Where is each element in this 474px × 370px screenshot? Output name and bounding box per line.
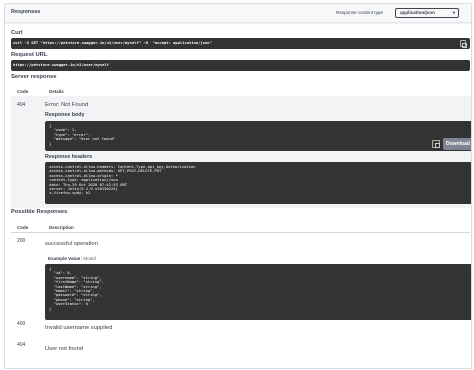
response-code: 400 <box>17 321 26 327</box>
description-column-header: Description <box>49 225 74 230</box>
request-url-label: Request URL <box>11 52 48 58</box>
chevron-down-icon: ▾ <box>452 10 455 15</box>
response-headers[interactable]: access-control-allow-headers: Content-Ty… <box>45 162 471 204</box>
request-url-value[interactable]: https://petstore.swagger.io/v2/user/myse… <box>11 60 470 71</box>
response-code: 404 <box>17 342 26 348</box>
content-type-value: application/json <box>400 10 435 15</box>
possible-responses-table-header: Code Description <box>11 222 470 233</box>
server-response-label: Server response <box>11 74 57 80</box>
curl-command[interactable]: curl -X GET "https://petstore.swagger.io… <box>11 38 470 49</box>
content-type-select[interactable]: application/json ▾ <box>395 8 459 18</box>
content-type-label: Response content type <box>336 10 383 15</box>
response-description: Invalid username supplied <box>45 325 113 331</box>
details-column-header: Details <box>49 89 64 94</box>
responses-header: Responses Response content type applicat… <box>5 4 471 23</box>
responses-panel: Responses Response content type applicat… <box>4 3 472 369</box>
example-value-code[interactable]: { "id": 0, "username": "string", "firstN… <box>45 264 471 320</box>
response-description: successful operation <box>45 241 98 247</box>
response-body-label: Response body <box>45 112 85 118</box>
code-column-header: Code <box>17 225 29 230</box>
response-code: 404 <box>17 102 26 108</box>
response-body[interactable]: { "code": 1, "type": "error", "message":… <box>45 121 471 151</box>
download-button[interactable]: Download <box>443 138 471 150</box>
response-description: User not found <box>45 346 84 352</box>
responses-title: Responses <box>11 9 41 15</box>
possible-responses-label: Possible Responses <box>11 209 68 215</box>
model-tab[interactable]: Model <box>83 256 96 261</box>
response-code: 200 <box>17 238 26 244</box>
example-value-tab[interactable]: Example Value <box>48 256 80 261</box>
copy-icon[interactable] <box>460 40 467 48</box>
code-column-header: Code <box>17 89 29 94</box>
example-model-tabs: Example Value|Model <box>48 256 96 261</box>
response-status-text: Error: Not Found <box>45 102 89 108</box>
copy-icon[interactable] <box>432 140 440 148</box>
curl-label: Curl <box>11 30 23 36</box>
response-headers-label: Response headers <box>45 154 93 160</box>
